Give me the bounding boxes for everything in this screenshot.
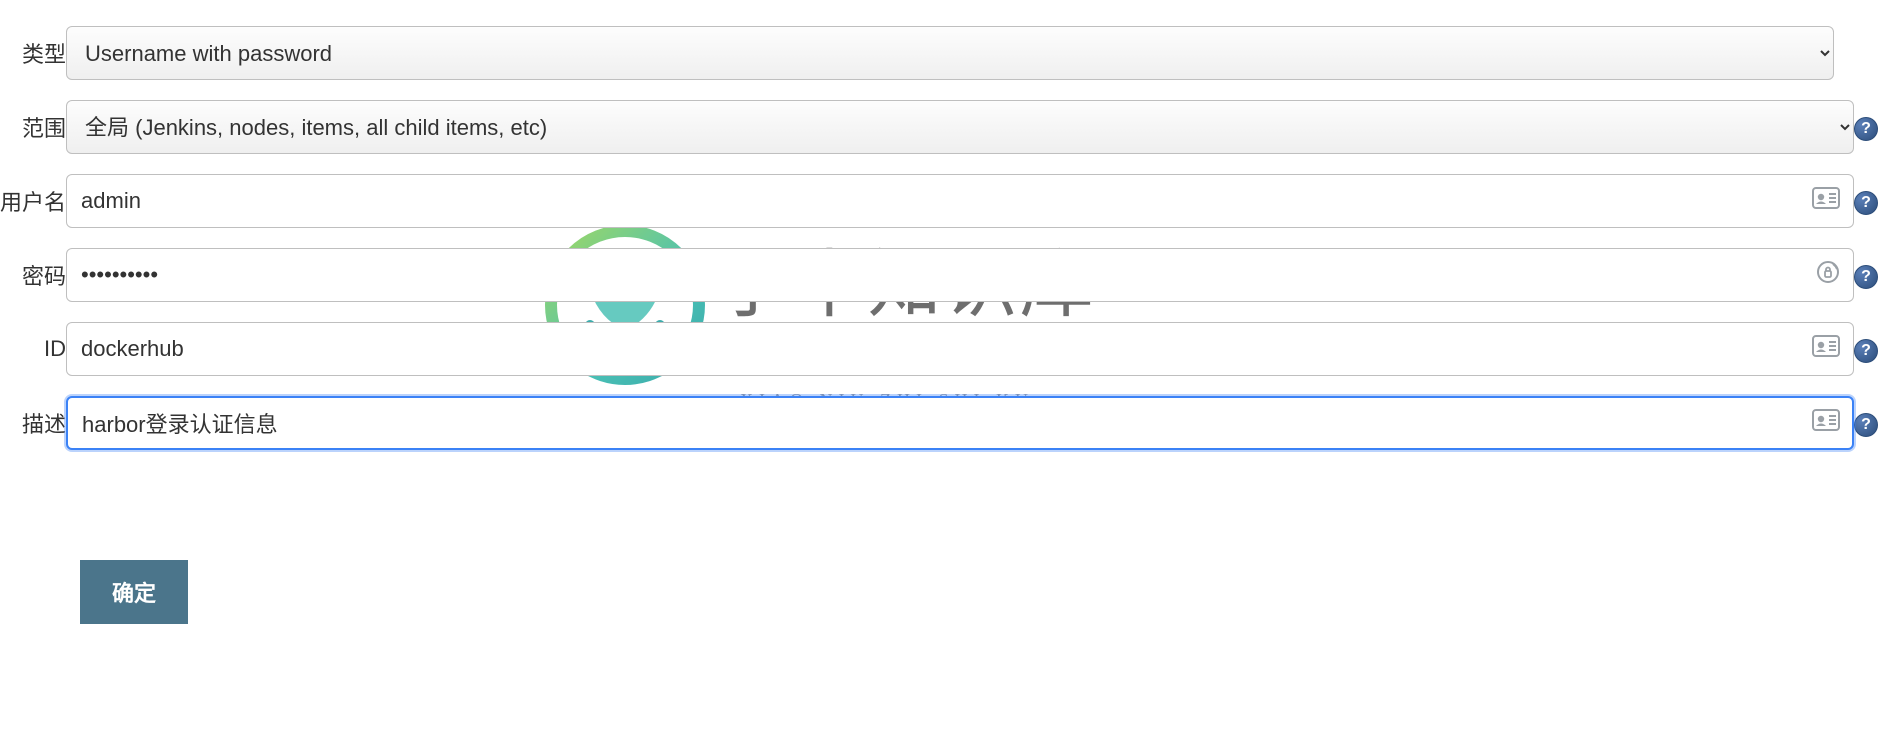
username-input[interactable]	[66, 174, 1854, 228]
scope-help-icon[interactable]: ?	[1854, 117, 1878, 141]
description-input[interactable]	[66, 396, 1854, 450]
username-help-icon[interactable]: ?	[1854, 191, 1878, 215]
password-help-icon[interactable]: ?	[1854, 265, 1878, 289]
password-input[interactable]	[66, 248, 1854, 302]
id-label: ID	[0, 322, 66, 376]
type-select[interactable]: Username with password	[66, 26, 1834, 80]
description-help-icon[interactable]: ?	[1854, 413, 1878, 437]
password-label: 密码	[0, 248, 66, 302]
type-label: 类型	[0, 26, 66, 80]
id-input[interactable]	[66, 322, 1854, 376]
id-help-icon[interactable]: ?	[1854, 339, 1878, 363]
scope-select[interactable]: 全局 (Jenkins, nodes, items, all child ite…	[66, 100, 1854, 154]
username-label: 用户名	[0, 174, 66, 228]
confirm-button[interactable]: 确定	[80, 560, 188, 624]
scope-label: 范围	[0, 100, 66, 154]
description-label: 描述	[0, 396, 66, 450]
